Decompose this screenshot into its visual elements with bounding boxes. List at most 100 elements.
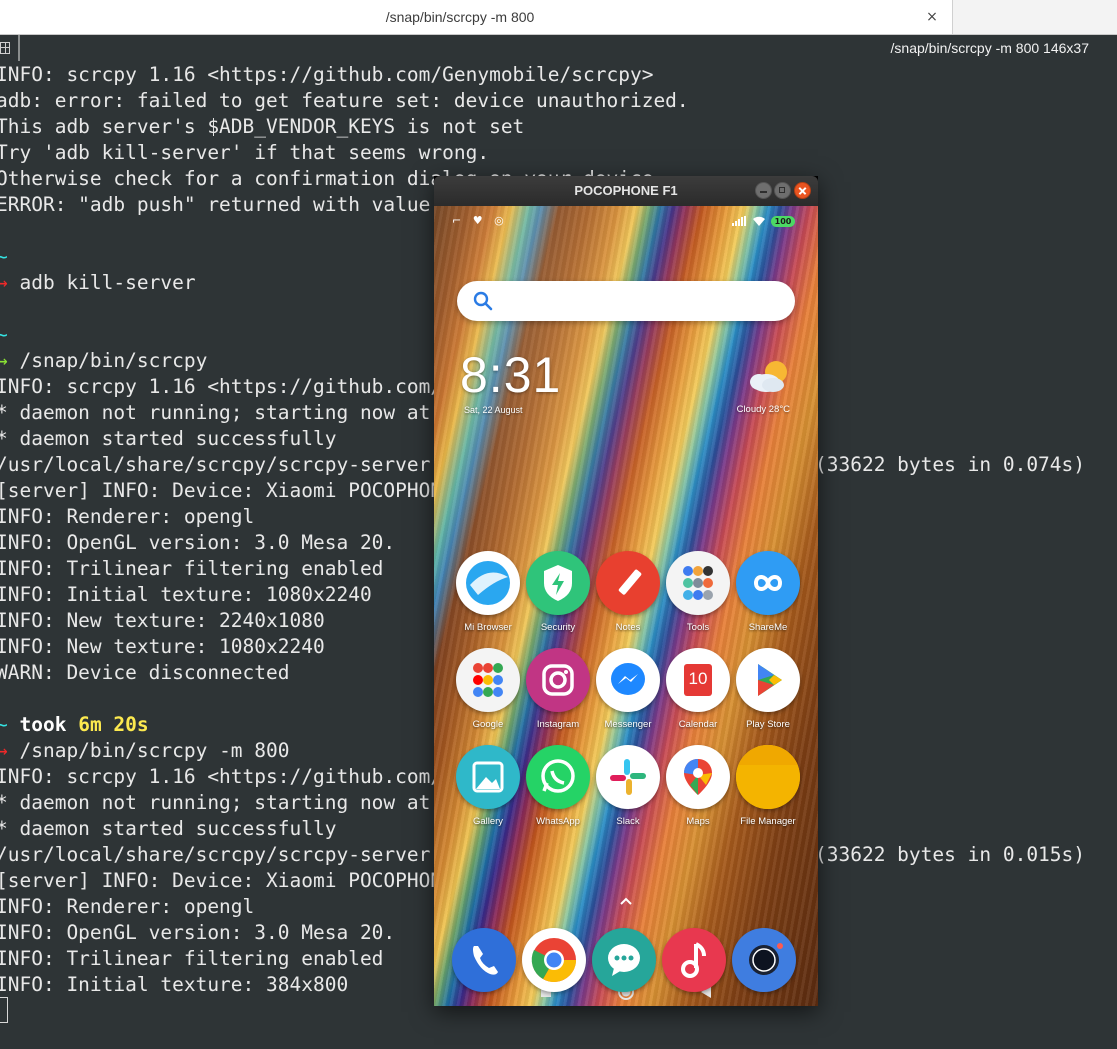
terminal-tab[interactable]: /snap/bin/scrcpy -m 800 × — [0, 0, 953, 34]
terminal-line: INFO: scrcpy 1.16 <https://github.com/Ge… — [0, 63, 654, 86]
instagram-icon — [526, 648, 590, 712]
terminal-line: This adb server's $ADB_VENDOR_KEYS is no… — [0, 115, 525, 138]
terminal-line: * daemon started successfully — [0, 427, 337, 450]
maximize-button[interactable] — [774, 182, 791, 199]
phone-screen[interactable]: ⌐ ♥ ◎ 100 8:31 Sat, 22 August Cloudy 28°… — [434, 206, 818, 1006]
messenger-icon — [596, 648, 660, 712]
search-input[interactable] — [457, 281, 795, 321]
terminal-line: WARN: Device disconnected — [0, 661, 290, 684]
app-drawer-chevron-up-icon[interactable] — [616, 894, 636, 908]
terminal-line: INFO: Trilinear filtering enabled — [0, 557, 384, 580]
terminal-line: → /snap/bin/scrcpy — [0, 348, 207, 374]
terminal-line: ~ — [0, 322, 8, 348]
terminal-line: → /snap/bin/scrcpy -m 800 — [0, 738, 290, 764]
prompt-arrow-icon: → — [0, 349, 8, 372]
signal-icon — [732, 216, 746, 226]
mi-browser-icon — [456, 551, 520, 615]
command-text: /snap/bin/scrcpy — [19, 349, 208, 372]
maps-pin-icon — [666, 745, 730, 809]
app-gallery[interactable]: Gallery — [453, 745, 523, 833]
phone-dialer-icon — [452, 928, 516, 992]
terminal-line: INFO: Initial texture: 1080x2240 — [0, 583, 372, 606]
prompt-arrow-icon: → — [0, 739, 8, 762]
terminal-line: INFO: Renderer: opengl — [0, 505, 255, 528]
terminal-line: [server] INFO: Device: Xiaomi POCOPHONE … — [0, 869, 490, 892]
app-tools[interactable]: Tools — [663, 551, 733, 639]
terminal-line: INFO: Trilinear filtering enabled — [0, 947, 384, 970]
notes-pencil-icon — [596, 551, 660, 615]
terminal-title-label: /snap/bin/scrcpy -m 800 146x37 — [890, 40, 1089, 56]
app-notes[interactable]: Notes — [593, 551, 663, 639]
app-label: File Manager — [740, 816, 796, 827]
terminal-line: INFO: Initial texture: 384x800 — [0, 973, 349, 996]
split-grid-icon[interactable] — [0, 42, 10, 54]
weather-cloud-icon[interactable] — [746, 358, 792, 394]
tab-title: /snap/bin/scrcpy -m 800 — [385, 9, 535, 25]
wifi-icon — [753, 216, 765, 226]
app-instagram[interactable]: Instagram — [523, 648, 593, 736]
chrome-icon — [522, 928, 586, 992]
app-shareme[interactable]: ShareMe — [733, 551, 803, 639]
scrcpy-titlebar[interactable]: POCOPHONE F1 — [434, 176, 818, 206]
tab-close-icon[interactable]: × — [922, 0, 942, 34]
close-button[interactable] — [794, 182, 811, 199]
calendar-icon: 10 — [666, 648, 730, 712]
prompt-arrow-icon: → — [0, 271, 8, 294]
dock-camera[interactable] — [732, 928, 798, 994]
scrollbar-divider[interactable] — [18, 35, 20, 61]
clock-widget[interactable]: 8:31 — [460, 346, 561, 404]
terminal-line: INFO: Renderer: opengl — [0, 895, 255, 918]
music-note-icon — [662, 928, 726, 992]
camera-icon — [732, 928, 796, 992]
app-google[interactable]: Google — [453, 648, 523, 736]
app-calendar[interactable]: 10 Calendar — [663, 648, 733, 736]
tools-folder-icon — [666, 551, 730, 615]
status-notification-icons: ⌐ ♥ ◎ — [452, 214, 508, 227]
app-mi-browser[interactable]: Mi Browser — [453, 551, 523, 639]
app-messenger[interactable]: Messenger — [593, 648, 663, 736]
app-file-manager[interactable]: File Manager — [733, 745, 803, 833]
date-label: Sat, 22 August — [464, 405, 523, 415]
command-text: adb kill-server — [19, 271, 196, 294]
dock-music-note[interactable] — [662, 928, 728, 994]
scrcpy-window[interactable]: POCOPHONE F1 ⌐ ♥ ◎ 100 8:31 Sat, 22 Augu… — [434, 176, 818, 1006]
dock-phone-dialer[interactable] — [452, 928, 518, 994]
calendar-day: 10 — [688, 669, 708, 688]
gallery-icon — [456, 745, 520, 809]
terminal-line: → adb kill-server — [0, 270, 196, 296]
terminal-line: [server] INFO: Device: Xiaomi POCOPHONE … — [0, 479, 490, 502]
terminal-line: * daemon started successfully — [0, 817, 337, 840]
app-play-store[interactable]: Play Store — [733, 648, 803, 736]
app-whatsapp[interactable]: WhatsApp — [523, 745, 593, 833]
terminal-line: ~ took 6m 20s — [0, 712, 149, 738]
took-label: took — [19, 713, 67, 736]
app-slack[interactable]: Slack — [593, 745, 663, 833]
terminal-line: INFO: OpenGL version: 3.0 Mesa 20. — [0, 531, 396, 554]
app-security[interactable]: Security — [523, 551, 593, 639]
shareme-infinity-icon — [736, 551, 800, 615]
app-label: ShareMe — [748, 622, 788, 633]
terminal-tab-bar: /snap/bin/scrcpy -m 800 × — [0, 0, 1117, 35]
terminal-line: INFO: OpenGL version: 3.0 Mesa 20. — [0, 921, 396, 944]
dock-messages-bubble[interactable] — [592, 928, 658, 994]
push-size-text: (33622 bytes in 0.074s) — [815, 453, 1086, 476]
weather-label: Cloudy 28°C — [736, 404, 790, 415]
security-shield-icon — [526, 551, 590, 615]
command-text: /snap/bin/scrcpy -m 800 — [19, 739, 290, 762]
battery-icon: 100 — [771, 216, 795, 227]
terminal-cursor — [0, 997, 8, 1023]
app-maps[interactable]: Maps — [663, 745, 733, 833]
terminal-line: ~ — [0, 244, 8, 270]
minimize-button[interactable] — [755, 182, 772, 199]
terminal-line: adb: error: failed to get feature set: d… — [0, 89, 689, 112]
terminal-line: INFO: New texture: 2240x1080 — [0, 609, 325, 632]
whatsapp-icon — [526, 745, 590, 809]
messages-bubble-icon — [592, 928, 656, 992]
prompt-directory: ~ — [0, 713, 8, 736]
search-icon — [473, 291, 493, 311]
app-label: Play Store — [746, 719, 790, 730]
play-store-icon — [736, 648, 800, 712]
prompt-directory: ~ — [0, 323, 8, 346]
slack-icon — [596, 745, 660, 809]
dock-chrome[interactable] — [522, 928, 588, 994]
